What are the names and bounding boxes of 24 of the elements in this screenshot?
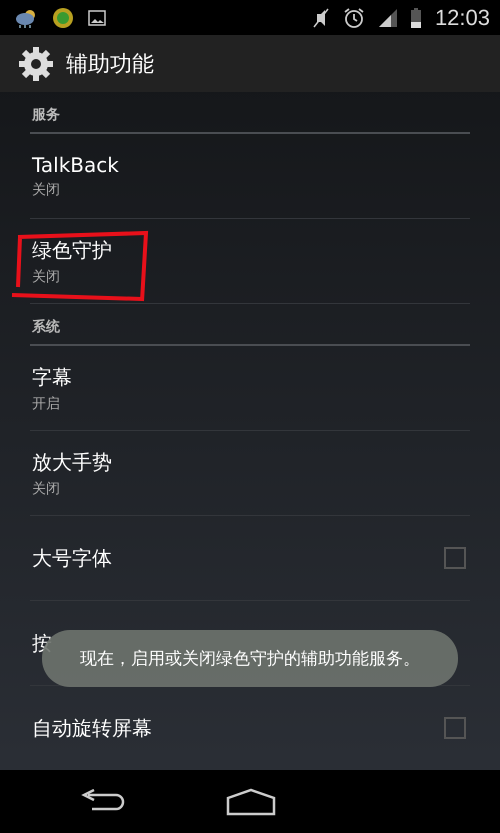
- setting-title: 大号字体: [32, 544, 112, 572]
- image-icon: [88, 10, 106, 26]
- section-header: 系统: [30, 304, 470, 346]
- checkbox[interactable]: [444, 717, 466, 740]
- signal-icon: [378, 8, 397, 27]
- setting-summary: 关闭: [32, 268, 61, 286]
- section-header: 服务: [30, 92, 470, 134]
- status-time: 12:03: [434, 4, 490, 31]
- setting-title: 自动旋转屏幕: [32, 714, 152, 742]
- battery-icon: [410, 8, 421, 28]
- alarm-icon: [342, 6, 365, 29]
- home-icon[interactable]: [226, 788, 276, 816]
- setting-title: 放大手势: [32, 448, 112, 476]
- muted-icon: [312, 8, 329, 28]
- setting-title: 绿色守护: [32, 236, 112, 264]
- setting-title: TalkBack: [32, 153, 119, 178]
- app-icon: [52, 6, 74, 29]
- setting-summary: 开启: [32, 394, 61, 413]
- setting-summary: 关闭: [32, 181, 61, 200]
- setting-summary: 关闭: [32, 480, 61, 498]
- setting-title: 字幕: [32, 364, 72, 391]
- settings-icon[interactable]: [18, 46, 54, 82]
- screen-title: 辅助功能: [66, 50, 154, 79]
- checkbox[interactable]: [444, 547, 466, 570]
